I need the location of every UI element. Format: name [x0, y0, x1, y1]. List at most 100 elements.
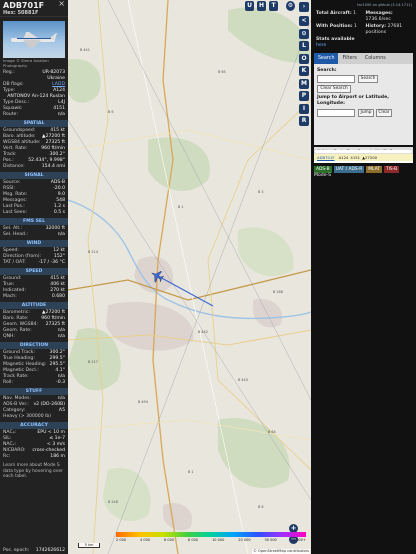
- detail-value: n/a: [57, 334, 65, 339]
- search-label: Search:: [317, 68, 337, 73]
- map-view[interactable]: B 441 B 6 B 65 B 1 B 3 B 214 B 188 B 442 B 217 B …: [68, 0, 311, 554]
- road-label: B 65: [218, 70, 226, 74]
- back-button[interactable]: <: [299, 16, 309, 26]
- multiselect-button[interactable]: M: [299, 78, 309, 89]
- table-cell: ▲27200: [362, 155, 378, 160]
- road-label: B 6: [108, 110, 114, 114]
- table-cell: 4151: [350, 155, 361, 160]
- section-header-speed[interactable]: SPEED: [0, 268, 68, 275]
- detail-row: Sel. Head.: n/a: [0, 232, 68, 238]
- detail-value: n/a: [57, 112, 65, 117]
- detail-row: Route: n/a: [0, 112, 68, 118]
- track-labels-button[interactable]: K: [299, 66, 309, 76]
- isolate-button[interactable]: I: [299, 103, 309, 114]
- road-label: B 494: [138, 400, 148, 404]
- detail-value: 154.4 nmi: [41, 164, 65, 169]
- clear-search-button[interactable]: Clear Search: [317, 85, 351, 93]
- photo-credit: Image © Sierra Aviation Photography: [3, 58, 49, 68]
- table-row[interactable]: ADB701F A124 4151 ▲27200: [314, 154, 413, 161]
- detail-row: TAT / OAT: -17 / -36 °C: [0, 260, 68, 266]
- detail-value: -0.3: [56, 380, 65, 385]
- extended-labels-button[interactable]: O: [299, 53, 309, 64]
- tab-filters[interactable]: Filters: [338, 53, 360, 64]
- version-link[interactable]: tar1090 on github (3.14.1711): [311, 0, 416, 8]
- detail-label: Mach:: [3, 294, 17, 299]
- stats-summary: Total Aircraft: 1 Messages: 1736.6/sec Wi…: [316, 11, 403, 42]
- road-label: B 1: [188, 470, 194, 474]
- road-label: B 217: [88, 360, 98, 364]
- search-input[interactable]: [317, 75, 355, 83]
- source-chip: MLAT: [366, 166, 382, 173]
- table-cell: [378, 154, 380, 161]
- detail-row: Roll: -0.3: [0, 380, 68, 386]
- road-label: B 214: [88, 250, 98, 254]
- search-panel: Search Filters Columns Search: Search Cl…: [314, 53, 413, 145]
- road-label: B 3: [258, 190, 264, 194]
- detail-label: Roll:: [3, 380, 13, 385]
- source-chip: TIS-B: [383, 166, 400, 173]
- callsign: ADB701F: [3, 1, 45, 10]
- section-header-wind[interactable]: WIND: [0, 240, 68, 247]
- layers-icon[interactable]: ⊙: [299, 28, 309, 39]
- close-icon[interactable]: ×: [58, 0, 65, 8]
- road-label: B 441: [80, 48, 90, 52]
- section-header-direction[interactable]: DIRECTION: [0, 342, 68, 349]
- hide-button[interactable]: H: [257, 1, 266, 11]
- map-side-controls: › < ⊙ L O K M P I R: [299, 0, 311, 554]
- track-button[interactable]: T: [269, 1, 278, 11]
- jump-input[interactable]: [317, 109, 355, 117]
- aircraft-photo[interactable]: [3, 21, 65, 58]
- detail-label: Reg.:: [3, 70, 15, 75]
- section-header-fms-sel[interactable]: FMS SEL: [0, 218, 68, 225]
- pin-button[interactable]: P: [299, 91, 309, 101]
- detail-label: QNH:: [3, 334, 16, 339]
- table-cell: A124: [338, 155, 349, 160]
- detail-label: Heavy (> 300000 lb): [3, 414, 52, 419]
- map-scale: 5 km: [78, 543, 100, 548]
- aircraft-list-panel: tar1090 on github (3.14.1711) Total Airc…: [311, 0, 416, 554]
- jump-label: Jump to Airport or Latitude, Longitude:: [317, 95, 389, 106]
- labels-button[interactable]: L: [299, 41, 309, 51]
- mode-s-label: Mode-S: [314, 173, 332, 178]
- detail-label: TAT / OAT:: [3, 260, 26, 265]
- horizontal-scrollbar[interactable]: [315, 150, 412, 153]
- altitude-scale-labels: 2 000 4 000 6 000 8 000 10 000 20 000 30 000 40…: [116, 538, 306, 542]
- search-button[interactable]: Search: [358, 75, 378, 83]
- table-cell: ADB701F: [317, 155, 335, 160]
- section-header-signal[interactable]: SIGNAL: [0, 172, 68, 179]
- section-header-spatial[interactable]: SPATIAL: [0, 120, 68, 127]
- detail-sections: SPATIAL Groundspeed: 415 kt Baro. altitude:…: [0, 120, 68, 460]
- section-header-accuracy[interactable]: ACCURACY: [0, 422, 68, 429]
- clear-button[interactable]: Clear: [376, 109, 392, 117]
- altitude-scale-label: 4 000: [140, 538, 151, 542]
- position-epoch: Pos. epoch: 1742626612: [0, 548, 68, 554]
- altitude-scale-label: 2 000: [116, 538, 127, 542]
- altitude-scale-label: 10 000: [212, 538, 225, 542]
- unit-toggle-button[interactable]: U: [245, 1, 254, 11]
- road-label: B 188: [273, 290, 283, 294]
- detail-label: Route:: [3, 112, 18, 117]
- tab-search[interactable]: Search: [314, 53, 339, 64]
- road-label: B 443: [238, 378, 248, 382]
- app-root: ADB701F Hex: 50881F × Image © Sierra Avi…: [0, 0, 416, 554]
- detail-value: -17 / -36 °C: [38, 260, 65, 265]
- section-header-altitude[interactable]: ALTITUDE: [0, 302, 68, 309]
- detail-row: Mach: 0.680: [0, 294, 68, 300]
- section-header-stuff[interactable]: STUFF: [0, 388, 68, 395]
- airplane-photo-icon: [11, 32, 57, 48]
- settings-icon[interactable]: ⚙: [286, 1, 295, 11]
- tab-columns[interactable]: Columns: [361, 53, 390, 64]
- altitude-scale-label: 20 000: [238, 538, 251, 542]
- detail-value: 0.5 s: [53, 210, 65, 215]
- hex-code: Hex: 50881F: [3, 10, 39, 16]
- aircraft-info-panel: ADB701F Hex: 50881F × Image © Sierra Avi…: [0, 0, 68, 554]
- detail-value: 186 m: [50, 454, 65, 459]
- jump-button[interactable]: Jump: [358, 109, 374, 117]
- reset-button[interactable]: R: [299, 116, 309, 126]
- stats-link[interactable]: here: [311, 43, 416, 49]
- learn-more-note: Learn more about Mode S data type by hov…: [3, 463, 63, 480]
- road-label: B 64: [268, 430, 276, 434]
- toggle-sidebar-button[interactable]: ›: [299, 2, 309, 12]
- road-label: B 442: [198, 330, 208, 334]
- road-label: B 6: [258, 505, 264, 509]
